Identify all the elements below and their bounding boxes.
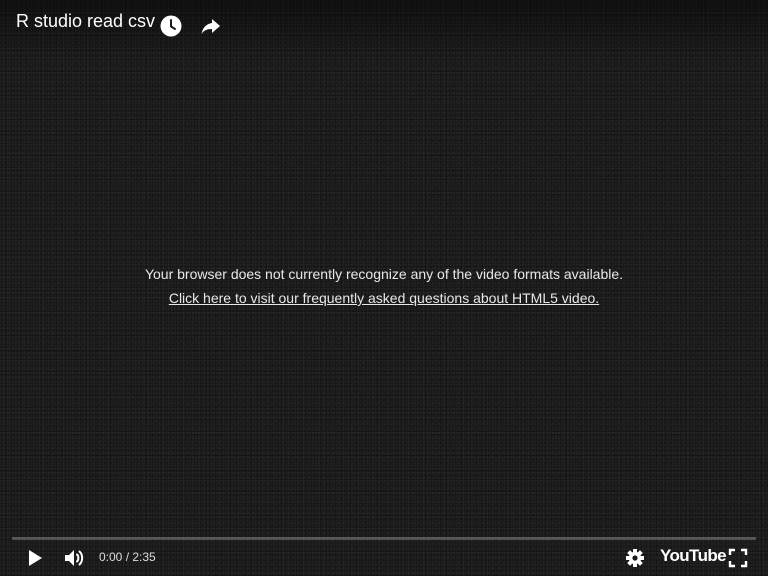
play-icon: [29, 550, 42, 566]
watch-later-button[interactable]: [158, 13, 184, 39]
youtube-logo-button[interactable]: YouTube: [660, 546, 727, 566]
error-message: Your browser does not currently recogniz…: [0, 265, 768, 308]
top-bar: R studio read csv: [0, 0, 768, 60]
share-button[interactable]: [198, 13, 224, 39]
clock-icon: [160, 15, 182, 37]
play-button[interactable]: [24, 547, 46, 569]
fullscreen-button[interactable]: [727, 547, 749, 569]
error-text: Your browser does not currently recogniz…: [144, 266, 624, 282]
html5-faq-link[interactable]: Click here to visit our frequently asked…: [169, 290, 599, 306]
time-display: 0:00 / 2:35: [99, 550, 156, 564]
settings-button[interactable]: [624, 547, 646, 569]
volume-icon: [65, 550, 84, 566]
volume-button[interactable]: [63, 547, 87, 569]
video-title-link[interactable]: R studio read csv: [16, 11, 155, 32]
progress-bar[interactable]: [12, 537, 756, 540]
share-arrow-icon: [201, 19, 220, 34]
fullscreen-icon: [728, 548, 748, 568]
gear-icon: [626, 549, 644, 567]
video-player[interactable]: R studio read csv Your browser does not …: [0, 0, 768, 576]
